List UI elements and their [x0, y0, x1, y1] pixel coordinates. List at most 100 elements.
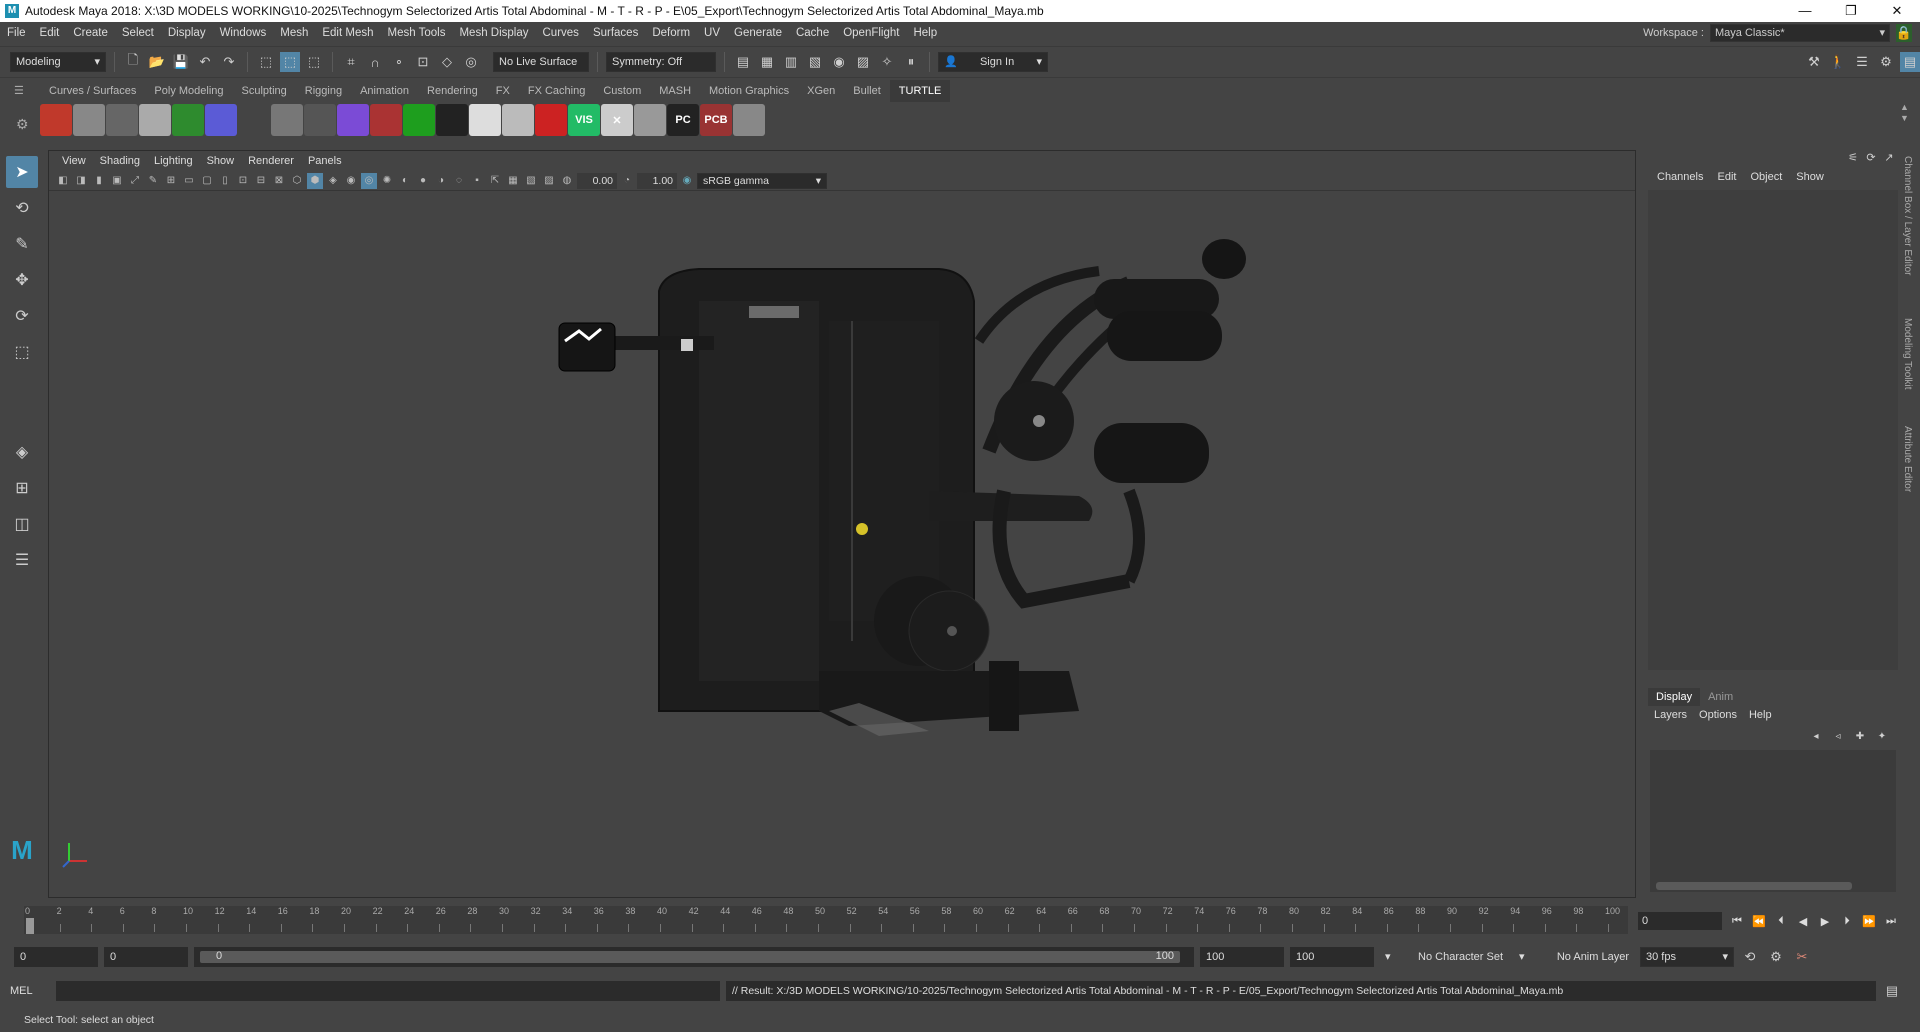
wireframe-on-shaded-icon[interactable]: ◈: [325, 173, 341, 189]
isolate-select-icon[interactable]: ⇱: [487, 173, 503, 189]
xray-icon[interactable]: ◎: [361, 172, 377, 189]
render-setup-icon[interactable]: ▨: [853, 52, 873, 72]
select-tool-icon[interactable]: ➤: [6, 156, 38, 188]
new-layer-icon[interactable]: ✚: [1852, 728, 1868, 744]
exposure-icon[interactable]: ◍: [559, 173, 575, 189]
layer-menu-layers[interactable]: Layers: [1648, 706, 1693, 724]
rotate-tool-icon[interactable]: ⟳: [6, 300, 38, 332]
sphere-icon[interactable]: [106, 104, 138, 136]
start-time-field[interactable]: 0: [14, 947, 98, 967]
viewport-canvas[interactable]: persp: [49, 191, 1635, 928]
smooth-shade-icon[interactable]: ⬢: [307, 172, 323, 189]
render-settings-icon[interactable]: ▧: [805, 52, 825, 72]
menu-generate[interactable]: Generate: [727, 27, 789, 39]
move-layer-up-icon[interactable]: ◂: [1808, 728, 1824, 744]
viewport-menu-view[interactable]: View: [55, 155, 93, 167]
mel-label[interactable]: MEL: [10, 985, 50, 997]
shelf-settings-icon[interactable]: ⚙: [16, 116, 29, 133]
play-backward-icon[interactable]: ◀: [1794, 912, 1812, 930]
layer-tab-anim[interactable]: Anim: [1700, 688, 1741, 706]
screen-space-ao-icon[interactable]: ●: [415, 173, 431, 189]
side-tab-channel-box[interactable]: Channel Box / Layer Editor: [1902, 156, 1913, 276]
gate-mask-icon[interactable]: ▯: [217, 173, 233, 189]
shelf-tab-fx[interactable]: FX: [487, 80, 519, 102]
shelf-tab-custom[interactable]: Custom: [594, 80, 650, 102]
render-current-icon[interactable]: ▦: [757, 52, 777, 72]
layer-list[interactable]: [1650, 750, 1896, 892]
white-sphere-icon[interactable]: [469, 104, 501, 136]
dots-icon[interactable]: [238, 104, 270, 136]
step-back-frame-icon[interactable]: ⏴: [1772, 912, 1790, 930]
open-scene-icon[interactable]: 📂: [147, 52, 167, 72]
resolution-gate-icon[interactable]: ▢: [199, 173, 215, 189]
layer-tab-display[interactable]: Display: [1648, 688, 1701, 706]
channel-box-icon[interactable]: ▤: [1900, 52, 1920, 72]
ipr-render-icon[interactable]: ▥: [781, 52, 801, 72]
minimize-button[interactable]: —: [1782, 0, 1828, 22]
pcb-icon[interactable]: PCB: [700, 104, 732, 136]
redo-icon[interactable]: ↷: [219, 52, 239, 72]
bars-icon[interactable]: [634, 104, 666, 136]
auto-key-icon[interactable]: ⚙: [1766, 947, 1786, 967]
bake-icon[interactable]: [73, 104, 105, 136]
paint-select-tool-icon[interactable]: ✎: [6, 228, 38, 260]
modeling-toolkit-icon[interactable]: ⚒: [1804, 52, 1824, 72]
backface-icon[interactable]: ▨: [541, 173, 557, 189]
move-tool-icon[interactable]: ✥: [6, 264, 38, 296]
play-forward-icon[interactable]: ▶: [1816, 912, 1834, 930]
snap-curve-icon[interactable]: ∩: [365, 52, 385, 72]
menu-mesh[interactable]: Mesh: [273, 27, 315, 39]
shelf-tab-motion-graphics[interactable]: Motion Graphics: [700, 80, 798, 102]
fps-dropdown[interactable]: 30 fps ▾: [1640, 947, 1734, 967]
current-frame-field[interactable]: 0: [1638, 912, 1722, 930]
menu-cache[interactable]: Cache: [789, 27, 836, 39]
terrain-icon[interactable]: [436, 104, 468, 136]
red-sphere-icon[interactable]: [535, 104, 567, 136]
menu-openflight[interactable]: OpenFlight: [836, 27, 906, 39]
select-object-icon[interactable]: ⬚: [280, 52, 300, 72]
script-editor-icon[interactable]: ▤: [1882, 981, 1902, 1001]
scale-tool-icon[interactable]: ⬚: [6, 336, 38, 368]
channel-box-area[interactable]: [1648, 190, 1898, 670]
use-lights-icon[interactable]: ✺: [379, 173, 395, 189]
select-camera-icon[interactable]: ◧: [55, 173, 71, 189]
end-time-field[interactable]: 100: [1290, 947, 1374, 967]
grey-egg-icon[interactable]: [304, 104, 336, 136]
maximize-button[interactable]: ❐: [1828, 0, 1874, 22]
human-ik-icon[interactable]: 🚶: [1828, 52, 1848, 72]
shelf-tab-curves-surfaces[interactable]: Curves / Surfaces: [40, 80, 145, 102]
turtle-render-icon[interactable]: [40, 104, 72, 136]
tool-settings-icon[interactable]: ⚙: [1876, 52, 1896, 72]
channel-box-pin-icon[interactable]: ↗: [1882, 150, 1896, 164]
step-forward-key-icon[interactable]: ⏩: [1860, 912, 1878, 930]
shelf-tab-rigging[interactable]: Rigging: [296, 80, 351, 102]
viewport-menu-panels[interactable]: Panels: [301, 155, 349, 167]
green-sphere-icon[interactable]: [172, 104, 204, 136]
camera-attributes-icon[interactable]: ◨: [73, 173, 89, 189]
snap-view-icon[interactable]: ⊡: [413, 52, 433, 72]
hypershade-icon[interactable]: ◉: [829, 52, 849, 72]
2d-pan-zoom-icon[interactable]: ⤢: [127, 173, 143, 189]
channel-box-menu-edit[interactable]: Edit: [1712, 168, 1741, 186]
select-component-icon[interactable]: ⬚: [304, 52, 324, 72]
snap-surface-icon[interactable]: ◇: [437, 52, 457, 72]
viewport-menu-shading[interactable]: Shading: [93, 155, 147, 167]
move-layer-down-icon[interactable]: ◃: [1830, 728, 1846, 744]
tv-icon[interactable]: [337, 104, 369, 136]
snap-grid-icon[interactable]: ⌗: [341, 52, 361, 72]
wireframe-icon[interactable]: ⬡: [289, 173, 305, 189]
viewport-menu-renderer[interactable]: Renderer: [241, 155, 301, 167]
gamma-field[interactable]: 1.00: [637, 172, 677, 189]
new-layer-selected-icon[interactable]: ✦: [1874, 728, 1890, 744]
anim-start-field[interactable]: 0: [104, 947, 188, 967]
symmetry-dropdown[interactable]: Symmetry: Off: [606, 52, 716, 72]
four-pane-layout-icon[interactable]: ⊞: [6, 472, 38, 504]
field-chart-icon[interactable]: ⊡: [235, 173, 251, 189]
side-tab-attribute-editor[interactable]: Attribute Editor: [1902, 426, 1913, 492]
menu-mesh-display[interactable]: Mesh Display: [452, 27, 535, 39]
menu-surfaces[interactable]: Surfaces: [586, 27, 645, 39]
layer-menu-help[interactable]: Help: [1743, 706, 1778, 724]
close-button[interactable]: ✕: [1874, 0, 1920, 22]
xray-joints-icon[interactable]: ▦: [505, 173, 521, 189]
grid-toggle-icon[interactable]: ⊞: [163, 173, 179, 189]
